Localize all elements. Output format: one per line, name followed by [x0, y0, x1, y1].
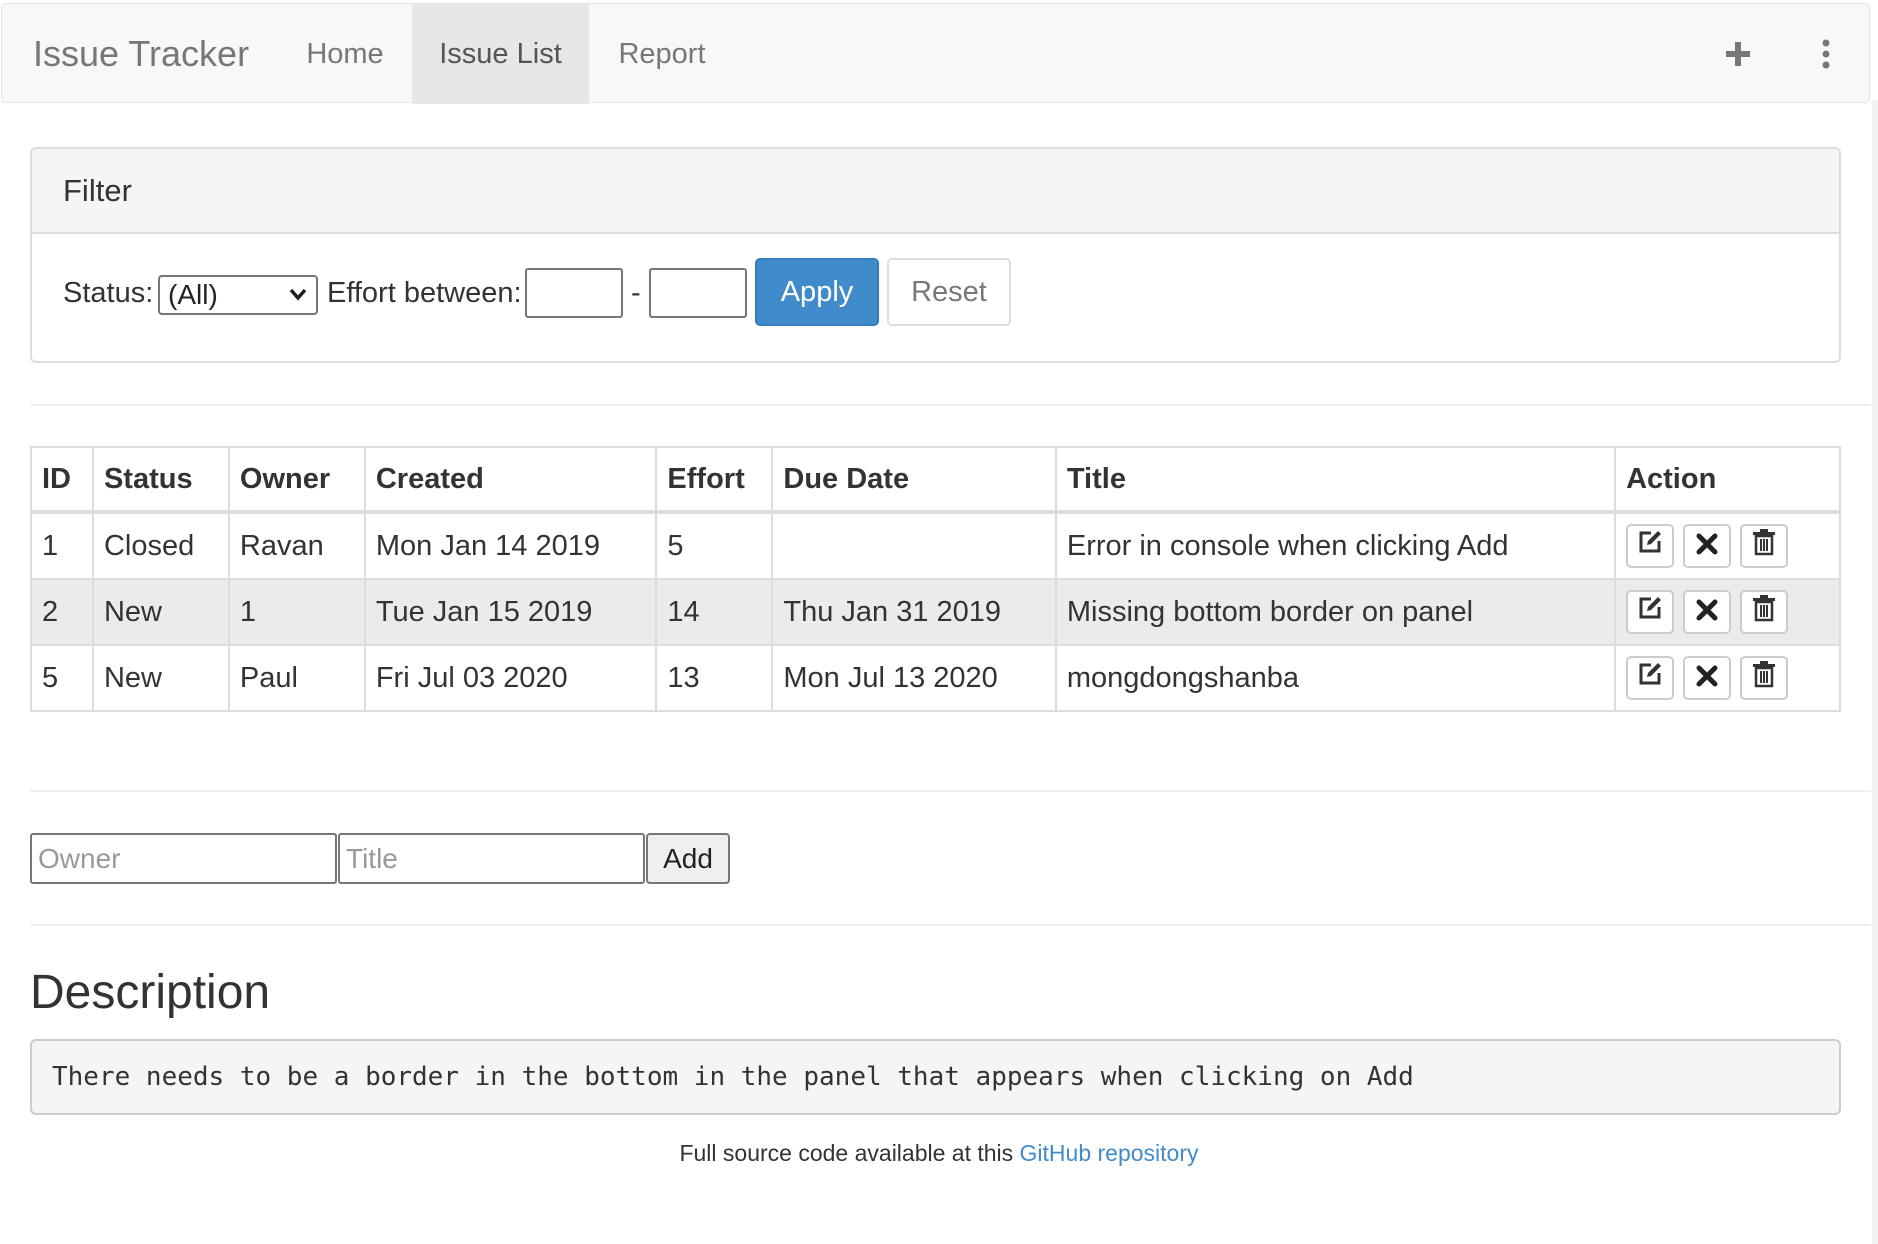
- cell-status: Closed: [91, 511, 230, 580]
- status-select-value: (All): [168, 279, 218, 310]
- trash-icon: [1752, 660, 1776, 696]
- reset-button[interactable]: Reset: [887, 258, 1011, 326]
- column-header-effort: Effort: [655, 446, 774, 514]
- brand-title[interactable]: Issue Tracker: [33, 4, 249, 104]
- status-select[interactable]: (All): [158, 275, 318, 315]
- cell-title: mongdongshanba: [1054, 644, 1617, 712]
- owner-input[interactable]: Owner: [30, 833, 337, 884]
- github-link[interactable]: GitHub repository: [1020, 1140, 1199, 1166]
- cell-owner: 1: [227, 578, 366, 646]
- close-icon: [1696, 530, 1718, 563]
- title-input[interactable]: Title: [338, 833, 645, 884]
- edit-icon: [1637, 595, 1663, 629]
- close-button[interactable]: [1683, 656, 1732, 700]
- cell-created: Tue Jan 15 2019: [363, 578, 658, 646]
- issue-table: ID Status Owner Created Effort Due Date …: [30, 446, 1841, 712]
- chevron-down-icon: [288, 279, 308, 318]
- cell-due-date: Thu Jan 31 2019: [771, 578, 1057, 646]
- effort-range-separator: -: [631, 277, 641, 309]
- tab-issue-list[interactable]: Issue List: [412, 4, 589, 104]
- cell-id: 1: [30, 511, 94, 580]
- edit-icon: [1637, 661, 1663, 695]
- trash-icon: [1752, 528, 1776, 564]
- effort-max-input[interactable]: [649, 268, 747, 318]
- filter-row: Status: (All) Effort between: - Apply Re…: [32, 234, 1839, 361]
- column-header-id: ID: [30, 446, 94, 514]
- edit-button[interactable]: [1626, 656, 1675, 700]
- cell-actions: [1614, 644, 1841, 712]
- close-icon: [1696, 596, 1718, 629]
- plus-icon[interactable]: [1718, 4, 1758, 104]
- close-icon: [1696, 662, 1718, 695]
- tab-report[interactable]: Report: [592, 4, 732, 104]
- filter-panel-heading: Filter: [32, 149, 1839, 234]
- cell-owner: Paul: [227, 644, 366, 712]
- column-header-title: Title: [1054, 446, 1617, 514]
- cell-effort: 13: [655, 644, 774, 712]
- column-header-created: Created: [363, 446, 658, 514]
- effort-label: Effort between:: [327, 277, 522, 309]
- delete-button[interactable]: [1740, 656, 1789, 700]
- delete-button[interactable]: [1740, 524, 1789, 568]
- apply-button[interactable]: Apply: [755, 258, 879, 326]
- description-text: There needs to be a border in the bottom…: [30, 1039, 1841, 1115]
- cell-title: Missing bottom border on panel: [1054, 578, 1617, 646]
- cell-status: New: [91, 578, 230, 646]
- navbar: Issue Tracker Home Issue List Report: [1, 3, 1870, 104]
- trash-icon: [1752, 594, 1776, 630]
- filter-panel: Filter Status: (All) Effort between: - A…: [30, 147, 1841, 363]
- cell-created: Fri Jul 03 2020: [363, 644, 658, 712]
- description-heading: Description: [30, 966, 271, 1019]
- table-row[interactable]: 1 Closed Ravan Mon Jan 14 2019 5 Error i…: [30, 511, 1841, 580]
- edit-icon: [1637, 529, 1663, 563]
- table-row[interactable]: 2 New 1 Tue Jan 15 2019 14 Thu Jan 31 20…: [30, 578, 1841, 646]
- cell-id: 5: [30, 644, 94, 712]
- column-header-due-date: Due Date: [771, 446, 1057, 514]
- delete-button[interactable]: [1740, 590, 1789, 634]
- table-header-row: ID Status Owner Created Effort Due Date …: [30, 446, 1841, 514]
- add-button[interactable]: Add: [646, 833, 730, 884]
- cell-actions: [1614, 578, 1841, 646]
- footer: Full source code available at this GitHu…: [0, 1135, 1878, 1171]
- column-header-owner: Owner: [227, 446, 366, 514]
- cell-created: Mon Jan 14 2019: [363, 511, 658, 580]
- edit-button[interactable]: [1626, 524, 1675, 568]
- cell-due-date: [771, 511, 1057, 580]
- column-header-action: Action: [1614, 446, 1841, 514]
- cell-effort: 14: [655, 578, 774, 646]
- close-button[interactable]: [1683, 524, 1732, 568]
- page-scrollbar[interactable]: [1872, 100, 1878, 1244]
- divider: [30, 404, 1871, 406]
- divider: [30, 924, 1871, 926]
- status-label: Status:: [63, 277, 154, 309]
- tab-home[interactable]: Home: [281, 4, 409, 104]
- cell-actions: [1614, 511, 1841, 580]
- column-header-status: Status: [91, 446, 230, 514]
- cell-status: New: [91, 644, 230, 712]
- footer-text: Full source code available at this: [679, 1140, 1020, 1166]
- cell-title: Error in console when clicking Add: [1054, 511, 1617, 580]
- close-button[interactable]: [1683, 590, 1732, 634]
- table-row[interactable]: 5 New Paul Fri Jul 03 2020 13 Mon Jul 13…: [30, 644, 1841, 712]
- cell-effort: 5: [655, 511, 774, 580]
- divider: [30, 790, 1871, 792]
- cell-due-date: Mon Jul 13 2020: [771, 644, 1057, 712]
- edit-button[interactable]: [1626, 590, 1675, 634]
- effort-min-input[interactable]: [525, 268, 623, 318]
- cell-id: 2: [30, 578, 94, 646]
- cell-owner: Ravan: [227, 511, 366, 580]
- kebab-menu-icon[interactable]: [1806, 4, 1846, 104]
